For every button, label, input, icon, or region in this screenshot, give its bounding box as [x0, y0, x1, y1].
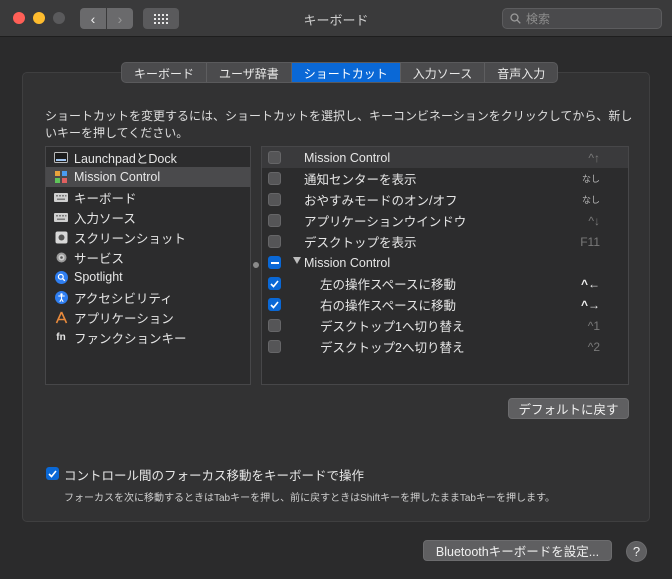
fn-icon: fn: [56, 331, 66, 343]
app-store-icon: [54, 310, 68, 324]
checkmark-icon: [270, 279, 279, 288]
shortcut-label: デスクトップを表示: [304, 236, 417, 250]
shortcut-checkbox[interactable]: [268, 277, 281, 290]
category-label: 入力ソース: [74, 211, 136, 226]
shortcut-group-checkbox[interactable]: [268, 256, 281, 269]
tab-input-sources[interactable]: 入力ソース: [401, 63, 486, 82]
shortcut-key[interactable]: ^↑: [588, 151, 600, 165]
shortcut-row[interactable]: 通知センターを表示 なし: [262, 168, 628, 189]
shortcut-label: Mission Control: [304, 150, 391, 165]
tab-shortcuts[interactable]: ショートカット: [291, 63, 401, 82]
category-keyboard[interactable]: キーボード: [46, 187, 250, 207]
input-source-icon: [54, 210, 68, 224]
category-label: キーボード: [74, 191, 137, 206]
keyboard-navigation-checkbox[interactable]: [46, 467, 59, 480]
shortcut-checkbox[interactable]: [268, 193, 281, 206]
accessibility-icon: [54, 290, 68, 304]
shortcut-checkbox[interactable]: [268, 151, 281, 164]
shortcut-row[interactable]: Mission Control ^↑: [262, 147, 628, 168]
shortcut-key[interactable]: F11: [580, 235, 600, 249]
shortcut-checkbox[interactable]: [268, 235, 281, 248]
mission-control-icon: [54, 170, 68, 184]
search-placeholder: 検索: [526, 12, 551, 26]
help-button[interactable]: ?: [626, 541, 647, 562]
shortcut-row[interactable]: おやすみモードのオン/オフ なし: [262, 189, 628, 210]
shortcut-list: Mission Control ^↑ 通知センターを表示 なし おやすみモードの…: [261, 146, 629, 385]
mixed-state-icon: [270, 261, 279, 264]
category-mission-control[interactable]: Mission Control: [46, 167, 250, 187]
shortcut-checkbox[interactable]: [268, 319, 281, 332]
launchpad-dock-icon: [54, 150, 68, 164]
shortcut-label: デスクトップ2へ切り替え: [320, 341, 465, 355]
disclosure-triangle-icon[interactable]: [293, 257, 301, 264]
shortcut-group-row[interactable]: Mission Control: [262, 252, 628, 273]
category-accessibility[interactable]: アクセシビリティ: [46, 287, 250, 307]
checkmark-icon: [48, 469, 57, 478]
shortcut-key[interactable]: ^←: [581, 277, 600, 291]
shortcut-key[interactable]: ^1: [588, 319, 600, 333]
category-spotlight[interactable]: Spotlight: [46, 267, 250, 287]
shortcut-row[interactable]: デスクトップを表示 F11: [262, 231, 628, 252]
spotlight-icon: [54, 270, 68, 284]
category-label: ファンクションキー: [74, 331, 187, 346]
category-services[interactable]: サービス: [46, 247, 250, 267]
keyboard-navigation-description: フォーカスを次に移動するときはTabキーを押し、前に戻すときはShiftキーを押…: [64, 493, 555, 504]
shortcut-label: 通知センターを表示: [304, 173, 417, 187]
tab-user-dictionary[interactable]: ユーザ辞書: [207, 63, 292, 82]
tab-dictation[interactable]: 音声入力: [485, 63, 557, 82]
tab-keyboard[interactable]: キーボード: [122, 63, 208, 82]
shortcut-label: おやすみモードのオン/オフ: [304, 194, 458, 208]
shortcut-checkbox[interactable]: [268, 340, 281, 353]
keyboard-icon: [54, 190, 68, 204]
category-label: Spotlight: [74, 270, 123, 284]
shortcut-checkbox[interactable]: [268, 214, 281, 227]
category-screenshot[interactable]: スクリーンショット: [46, 227, 250, 247]
gear-icon: [54, 250, 68, 264]
shortcut-label: アプリケーションウインドウ: [304, 215, 467, 229]
search-icon: [510, 13, 521, 24]
category-launchpad-dock[interactable]: LaunchpadとDock: [46, 147, 250, 167]
shortcut-label: 右の操作スペースに移動: [320, 299, 457, 313]
category-label: アプリケーション: [74, 311, 174, 326]
category-label: Mission Control: [74, 170, 161, 184]
checkmark-icon: [270, 300, 279, 309]
shortcut-row[interactable]: デスクトップ1へ切り替え ^1: [262, 315, 628, 336]
shortcut-key[interactable]: なし: [582, 193, 600, 206]
setup-bluetooth-keyboard-button[interactable]: Bluetoothキーボードを設定...: [423, 540, 612, 561]
search-field[interactable]: 検索: [502, 8, 662, 29]
shortcut-label: 左の操作スペースに移動: [320, 278, 457, 292]
title-bar: ‹ › キーボード 検索: [0, 0, 672, 37]
screenshot-icon: [54, 230, 68, 244]
shortcut-key[interactable]: ^2: [588, 340, 600, 354]
shortcut-key[interactable]: ^→: [581, 298, 600, 312]
shortcut-row[interactable]: 左の操作スペースに移動 ^←: [262, 273, 628, 294]
keyboard-navigation-label[interactable]: コントロール間のフォーカス移動をキーボードで操作: [64, 465, 364, 484]
shortcut-key[interactable]: なし: [582, 172, 600, 185]
shortcut-checkbox[interactable]: [268, 172, 281, 185]
restore-defaults-button[interactable]: デフォルトに戻す: [508, 398, 629, 419]
shortcut-row[interactable]: アプリケーションウインドウ ^↓: [262, 210, 628, 231]
category-applications[interactable]: アプリケーション: [46, 307, 250, 327]
tab-bar: キーボード ユーザ辞書 ショートカット 入力ソース 音声入力: [121, 62, 559, 83]
shortcut-row[interactable]: 右の操作スペースに移動 ^→: [262, 294, 628, 315]
instruction-text: ショートカットを変更するには、ショートカットを選択し、キーコンビネーションをクリ…: [45, 109, 633, 140]
shortcut-group-label: Mission Control: [304, 255, 391, 270]
split-view-divider-handle[interactable]: [253, 262, 259, 268]
category-label: スクリーンショット: [74, 231, 186, 246]
shortcut-key[interactable]: ^↓: [588, 214, 600, 228]
shortcut-label: デスクトップ1へ切り替え: [320, 320, 465, 334]
shortcut-row[interactable]: デスクトップ2へ切り替え ^2: [262, 336, 628, 357]
category-list: LaunchpadとDock Mission Control キーボード 入力ソ…: [45, 146, 251, 385]
category-input-sources[interactable]: 入力ソース: [46, 207, 250, 227]
shortcut-checkbox[interactable]: [268, 298, 281, 311]
category-label: サービス: [74, 251, 125, 266]
category-function-keys[interactable]: fn ファンクションキー: [46, 327, 250, 347]
category-label: アクセシビリティ: [74, 291, 173, 306]
category-label: LaunchpadとDock: [74, 151, 177, 166]
